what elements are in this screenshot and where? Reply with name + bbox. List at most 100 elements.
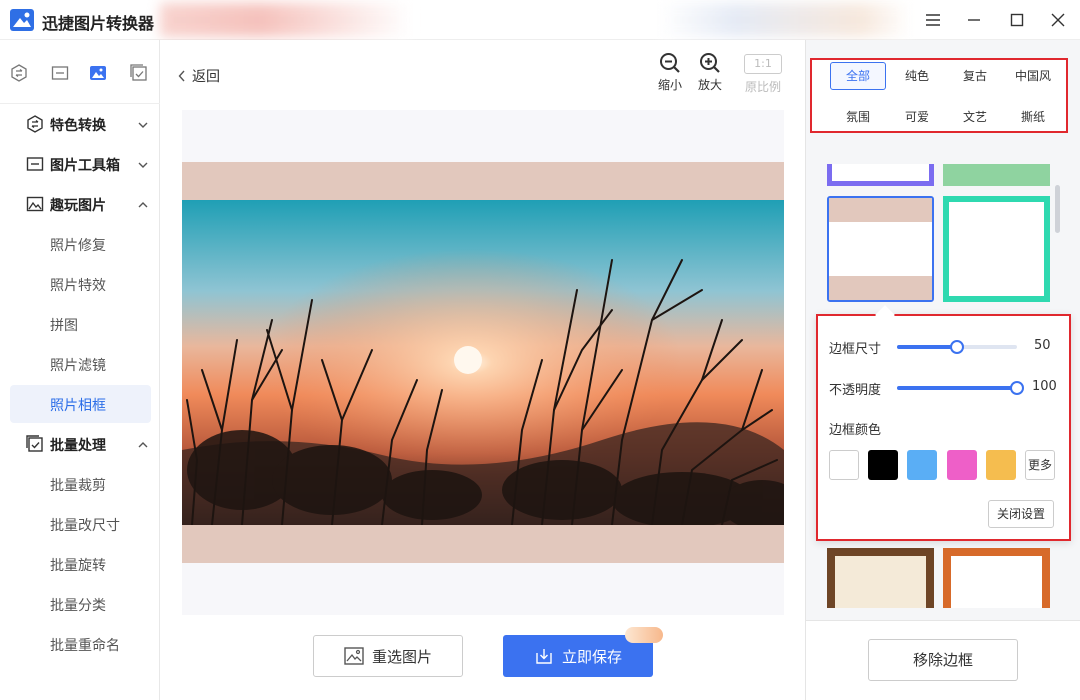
- close-icon[interactable]: [1046, 8, 1070, 32]
- frame-border-top: [182, 162, 784, 200]
- editor-area: 返回 缩小 放大 1:1 原比例 重选图片 立即保存: [160, 40, 805, 700]
- toolbox-icon[interactable]: [51, 64, 69, 82]
- frame-thumbnail[interactable]: [943, 164, 1050, 186]
- back-label: 返回: [192, 69, 220, 85]
- color-swatch-blue[interactable]: [907, 450, 937, 480]
- batch-icon[interactable]: [130, 64, 148, 82]
- original-ratio-label: 原比例: [744, 80, 781, 94]
- sidebar-item-batch-classify[interactable]: 批量分类: [10, 585, 151, 623]
- maximize-icon[interactable]: [1005, 8, 1029, 32]
- color-swatch-orange[interactable]: [986, 450, 1016, 480]
- batch-icon: [26, 435, 44, 453]
- sidebar-item-photo-effects[interactable]: 照片特效: [10, 265, 151, 303]
- convert-icon[interactable]: [10, 64, 28, 82]
- chevron-down-icon: [138, 159, 148, 169]
- sidebar-group-label: 图片工具箱: [50, 158, 120, 174]
- frame-thumbnail[interactable]: [943, 196, 1050, 302]
- sidebar-group-fun-images[interactable]: 趣玩图片: [0, 184, 160, 224]
- frame-panel: 全部 纯色 复古 中国风 氛围 可爱 文艺 撕纸 边框尺寸 50 不透明度 10…: [805, 40, 1080, 700]
- zoom-in-icon: [700, 53, 720, 73]
- zoom-out-button[interactable]: 缩小: [650, 52, 690, 93]
- frame-settings-popup: 边框尺寸 50 不透明度 100 边框颜色 更多 关闭设置: [816, 305, 1071, 541]
- remove-frame-button[interactable]: 移除边框: [868, 639, 1018, 681]
- frame-thumbnail-selected[interactable]: [827, 196, 934, 302]
- fun-image-icon[interactable]: [89, 64, 107, 82]
- convert-icon: [26, 115, 44, 133]
- sidebar-group-label: 批量处理: [50, 438, 106, 454]
- slider-fill: [897, 386, 1017, 390]
- chevron-left-icon: [178, 70, 185, 82]
- download-icon: [536, 649, 552, 664]
- image-icon: [26, 195, 44, 213]
- minimize-icon[interactable]: [962, 8, 986, 32]
- sidebar: 特色转换 图片工具箱 趣玩图片 照片修复 照片特效 拼图 照片滤镜 照片相框 批…: [0, 40, 160, 700]
- chevron-up-icon: [138, 439, 148, 449]
- filter-chip-retro[interactable]: 复古: [947, 62, 1003, 90]
- color-swatch-white[interactable]: [829, 450, 859, 480]
- original-ratio-button[interactable]: 1:1 原比例: [738, 52, 788, 95]
- sidebar-item-batch-crop[interactable]: 批量裁剪: [10, 465, 151, 503]
- sidebar-item-photo-frame[interactable]: 照片相框: [10, 385, 151, 423]
- filter-chip-artsy[interactable]: 文艺: [947, 103, 1003, 131]
- border-size-slider[interactable]: [897, 340, 1017, 354]
- title-bar: 迅捷图片转换器: [0, 0, 1080, 40]
- border-color-label: 边框颜色: [829, 423, 882, 438]
- border-size-label: 边框尺寸: [829, 342, 882, 357]
- menu-icon[interactable]: [921, 8, 945, 32]
- filter-chip-all[interactable]: 全部: [830, 62, 886, 90]
- sidebar-group-toolbox[interactable]: 图片工具箱: [0, 144, 160, 184]
- slider-fill: [897, 345, 957, 349]
- preview-canvas: [182, 110, 784, 615]
- sidebar-item-batch-resize[interactable]: 批量改尺寸: [10, 505, 151, 543]
- save-label: 立即保存: [561, 647, 622, 666]
- frame-thumbnail[interactable]: [943, 548, 1050, 608]
- close-settings-button[interactable]: 关闭设置: [988, 500, 1054, 528]
- sidebar-item-photo-repair[interactable]: 照片修复: [10, 225, 151, 263]
- toolbox-icon: [26, 155, 44, 173]
- ratio-icon: 1:1: [744, 54, 782, 74]
- frame-thumbnail[interactable]: [827, 548, 934, 608]
- filter-chip-solid[interactable]: 纯色: [889, 62, 945, 90]
- image-icon: [344, 647, 364, 665]
- filter-chip-chinese[interactable]: 中国风: [1005, 62, 1061, 90]
- opacity-slider[interactable]: [897, 381, 1024, 395]
- zoom-out-icon: [660, 53, 680, 73]
- border-size-value: 50: [1034, 338, 1051, 353]
- sidebar-item-collage[interactable]: 拼图: [10, 305, 151, 343]
- sidebar-group-label: 趣玩图片: [50, 198, 106, 214]
- app-logo-icon: [10, 9, 34, 31]
- chevron-down-icon: [138, 119, 148, 129]
- zoom-in-button[interactable]: 放大: [690, 52, 730, 93]
- sidebar-group-special-convert[interactable]: 特色转换: [0, 104, 160, 144]
- color-swatch-pink[interactable]: [947, 450, 977, 480]
- more-colors-button[interactable]: 更多: [1025, 450, 1055, 480]
- frame-thumbnail[interactable]: [827, 164, 934, 186]
- sidebar-group-label: 特色转换: [50, 118, 106, 134]
- reselect-image-button[interactable]: 重选图片: [313, 635, 463, 677]
- slider-handle[interactable]: [1010, 381, 1024, 395]
- reselect-label: 重选图片: [371, 647, 432, 666]
- opacity-label: 不透明度: [829, 383, 882, 398]
- app-title: 迅捷图片转换器: [42, 14, 155, 33]
- zoom-in-label: 放大: [697, 78, 722, 92]
- frame-category-filter: 全部 纯色 复古 中国风 氛围 可爱 文艺 撕纸: [810, 58, 1068, 133]
- opacity-value: 100: [1032, 379, 1057, 394]
- save-badge: [625, 627, 663, 643]
- sidebar-item-batch-rotate[interactable]: 批量旋转: [10, 545, 151, 583]
- back-button[interactable]: 返回: [178, 66, 220, 86]
- filter-chip-cute[interactable]: 可爱: [889, 103, 945, 131]
- color-swatch-black[interactable]: [868, 450, 898, 480]
- blurred-region: [660, 3, 910, 37]
- blurred-region: [160, 3, 410, 37]
- remove-frame-bar: 移除边框: [806, 620, 1080, 700]
- frame-border-bottom: [182, 525, 784, 563]
- sidebar-group-batch[interactable]: 批量处理: [0, 424, 160, 464]
- preview-photo: [182, 200, 784, 525]
- scrollbar[interactable]: [1055, 185, 1060, 233]
- slider-handle[interactable]: [950, 340, 964, 354]
- sidebar-item-photo-filter[interactable]: 照片滤镜: [10, 345, 151, 383]
- sidebar-item-batch-rename[interactable]: 批量重命名: [10, 625, 151, 663]
- filter-chip-torn-paper[interactable]: 撕纸: [1005, 103, 1061, 131]
- filter-chip-atmosphere[interactable]: 氛围: [830, 103, 886, 131]
- zoom-out-label: 缩小: [657, 78, 682, 92]
